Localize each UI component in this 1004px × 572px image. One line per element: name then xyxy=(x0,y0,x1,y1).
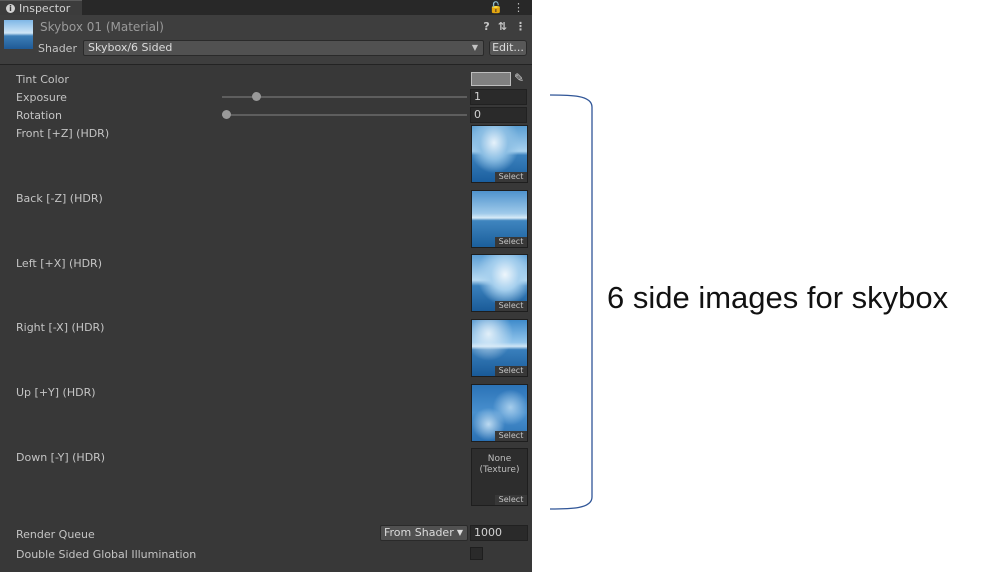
texture-slot-down[interactable]: None (Texture) Select xyxy=(471,448,528,506)
select-button[interactable]: Select xyxy=(495,172,527,182)
tint-color-swatch[interactable] xyxy=(471,72,511,86)
kebab-menu-icon[interactable]: ⋮ xyxy=(513,1,524,14)
shader-value: Skybox/6 Sided xyxy=(88,41,173,54)
annotation-text: 6 side images for skybox xyxy=(607,280,949,315)
shader-label: Shader xyxy=(38,42,77,55)
material-title: Skybox 01 (Material) xyxy=(40,20,164,34)
material-thumbnail xyxy=(4,20,33,49)
render-queue-dropdown[interactable]: From Shader ▼ xyxy=(380,525,468,541)
texture-label-back: Back [-Z] (HDR) xyxy=(16,192,103,205)
texture-label-left: Left [+X] (HDR) xyxy=(16,257,102,270)
annotation-bracket xyxy=(549,94,593,510)
texture-none-text: None (Texture) xyxy=(479,454,520,475)
rotation-slider-track[interactable] xyxy=(222,114,467,116)
rotation-slider-handle[interactable] xyxy=(221,110,231,119)
rotation-field[interactable]: 0 xyxy=(470,107,527,123)
select-button[interactable]: Select xyxy=(495,301,527,311)
rotation-label: Rotation xyxy=(16,109,63,122)
material-actions: ? ⇅ ⋮ xyxy=(483,20,526,33)
texture-label-front: Front [+Z] (HDR) xyxy=(16,127,110,140)
render-queue-mode: From Shader xyxy=(384,526,454,539)
tab-bar: i Inspector 🔓 ⋮ xyxy=(0,0,532,15)
bracket-line xyxy=(549,94,593,510)
double-sided-gi-label: Double Sided Global Illumination xyxy=(16,548,197,561)
select-button[interactable]: Select xyxy=(495,366,527,376)
material-header: Skybox 01 (Material) ? ⇅ ⋮ Shader Skybox… xyxy=(0,15,532,65)
select-button[interactable]: Select xyxy=(495,237,527,247)
texture-slot-up[interactable]: Select xyxy=(471,384,528,442)
texture-slot-front[interactable]: Select xyxy=(471,125,528,183)
texture-slot-left[interactable]: Select xyxy=(471,254,528,312)
texture-label-right: Right [-X] (HDR) xyxy=(16,321,105,334)
exposure-field[interactable]: 1 xyxy=(470,89,527,105)
tab-actions: 🔓 ⋮ xyxy=(489,0,524,15)
double-sided-gi-checkbox[interactable] xyxy=(470,547,483,560)
edit-shader-button[interactable]: Edit... xyxy=(489,40,527,56)
texture-label-up: Up [+Y] (HDR) xyxy=(16,386,96,399)
exposure-slider-handle[interactable] xyxy=(252,92,262,101)
kebab-menu-icon[interactable]: ⋮ xyxy=(515,20,526,33)
tab-label: Inspector xyxy=(19,1,71,15)
eyedropper-icon[interactable]: ✎ xyxy=(514,71,524,85)
texture-slot-back[interactable]: Select xyxy=(471,190,528,248)
settings-icon[interactable]: ⇅ xyxy=(498,20,507,33)
select-button[interactable]: Select xyxy=(495,495,527,505)
shader-dropdown[interactable]: Skybox/6 Sided ▼ xyxy=(83,40,484,56)
info-icon: i xyxy=(6,3,15,13)
select-button[interactable]: Select xyxy=(495,431,527,441)
tab-inspector[interactable]: i Inspector xyxy=(0,0,82,15)
render-queue-field[interactable]: 1000 xyxy=(470,525,528,541)
exposure-label: Exposure xyxy=(16,91,67,104)
render-queue-label: Render Queue xyxy=(16,528,95,541)
tint-color-label: Tint Color xyxy=(16,73,69,86)
lock-icon[interactable]: 🔓 xyxy=(489,1,503,14)
dropdown-arrow-icon: ▼ xyxy=(456,528,463,537)
help-icon[interactable]: ? xyxy=(483,20,489,33)
texture-label-down: Down [-Y] (HDR) xyxy=(16,451,106,464)
dropdown-arrow-icon: ▼ xyxy=(471,43,478,52)
inspector-panel: i Inspector 🔓 ⋮ Skybox 01 (Material) ? ⇅… xyxy=(0,0,532,572)
texture-slot-right[interactable]: Select xyxy=(471,319,528,377)
